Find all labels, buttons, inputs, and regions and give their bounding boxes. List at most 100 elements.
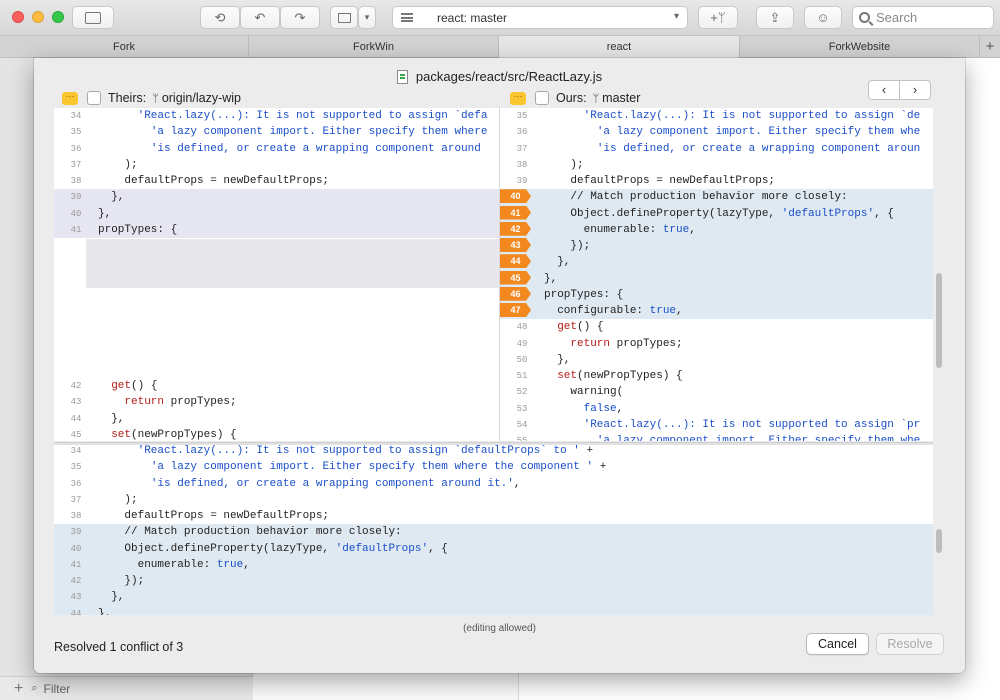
sidebar-filter[interactable]: + ⌕ Filter — [0, 676, 253, 700]
code-text: false, — [583, 402, 624, 415]
conflict-marker[interactable]: 47 — [500, 303, 531, 317]
line-number: 45 — [70, 429, 82, 440]
theirs-code-pane[interactable]: 34 'React.lazy(...): It is not supported… — [54, 108, 499, 441]
conflict-marker[interactable]: 41 — [500, 205, 531, 220]
code-text: set(newPropTypes) { — [111, 428, 237, 441]
conflict-marker[interactable]: 45 — [500, 270, 531, 285]
cancel-button[interactable]: Cancel — [806, 633, 869, 655]
code-line: 43 return propTypes; — [54, 394, 499, 410]
pull-icon: ↶ — [254, 9, 266, 25]
code-line: 44 }, — [500, 254, 933, 271]
branch-button[interactable]: +ᛘ — [698, 6, 738, 29]
repository-selector[interactable]: react: master ▾ — [392, 6, 688, 29]
share-icon: ⇪ — [769, 9, 781, 25]
repository-tabs: Fork ForkWin react ForkWebsite + — [0, 36, 1000, 58]
code-line: 43 }); — [500, 238, 933, 255]
code-line: 35 'a lazy component import. Either spec… — [54, 459, 933, 475]
code-line: 35 'React.lazy(...): It is not supported… — [500, 108, 933, 124]
fetch-button[interactable]: ⟲ — [200, 6, 240, 29]
code-line: 41 Object.defineProperty(lazyType, 'defa… — [500, 205, 933, 222]
tab-forkwebsite[interactable]: ForkWebsite — [740, 36, 980, 58]
result-code-pane[interactable]: 34 'React.lazy(...): It is not supported… — [54, 445, 933, 615]
stash-menu-button[interactable]: ▾ — [358, 6, 376, 29]
code-line: 39 }, — [54, 189, 499, 206]
code-text: defaultProps = newDefaultProps; — [98, 510, 330, 522]
ours-label: Ours: — [556, 91, 587, 105]
add-tab-button[interactable]: + — [980, 36, 1000, 57]
result-scrollbar[interactable] — [936, 529, 942, 553]
code-text: propTypes: { — [98, 223, 178, 236]
code-text: 'is defined, or create a wrapping compon… — [150, 142, 481, 155]
code-text: }); — [544, 240, 591, 252]
sidebar-toggle-button[interactable] — [72, 6, 114, 29]
code-text: defaultProps = newDefaultProps; — [98, 175, 330, 187]
search-placeholder: Search — [876, 10, 918, 25]
conflict-marker[interactable]: 43 — [500, 238, 531, 252]
minimize-window-button[interactable] — [32, 11, 44, 23]
code-line: 42 }); — [54, 573, 933, 590]
tab-react[interactable]: react — [499, 36, 740, 58]
code-line: 41 propTypes: { — [54, 221, 499, 238]
code-text: 'React.lazy(...): It is not supported to… — [137, 445, 594, 457]
code-line: 45 set(newPropTypes) { — [54, 427, 499, 441]
line-number: 44 — [70, 608, 82, 616]
code-line: 46 propTypes: { — [500, 286, 933, 303]
code-line: 45}, — [500, 270, 933, 287]
code-line: 52 warning( — [500, 384, 933, 400]
pull-button[interactable]: ↶ — [240, 6, 280, 29]
tab-forkwin[interactable]: ForkWin — [249, 36, 499, 58]
ours-branch: master — [602, 91, 641, 105]
close-window-button[interactable] — [12, 11, 24, 23]
code-text: }); — [98, 575, 145, 587]
tab-label: ForkWin — [353, 41, 394, 53]
search-icon — [859, 12, 870, 23]
zoom-window-button[interactable] — [52, 11, 64, 23]
more-dots-icon[interactable]: ··· — [62, 91, 78, 105]
menu-icon — [401, 13, 413, 22]
push-button[interactable]: ↷ — [280, 6, 320, 29]
ours-code-pane[interactable]: 35 'React.lazy(...): It is not supported… — [500, 108, 933, 441]
code-text: get() { — [557, 321, 604, 334]
code-text: get() { — [111, 380, 158, 392]
line-number: 44 — [70, 413, 82, 424]
code-line: 42 get() { — [54, 378, 499, 394]
code-text: }, — [544, 272, 558, 285]
line-number: 55 — [516, 436, 528, 441]
ours-checkbox[interactable] — [535, 91, 549, 105]
code-line: 50 }, — [500, 352, 933, 368]
line-number: 39 — [70, 527, 82, 538]
code-line: 38 defaultProps = newDefaultProps; — [54, 173, 499, 189]
code-line: 44}, — [54, 605, 933, 616]
resolve-button[interactable]: Resolve — [876, 633, 944, 655]
stash-button[interactable] — [330, 6, 358, 29]
file-title: packages/react/src/ReactLazy.js — [34, 69, 965, 84]
search-input[interactable]: Search — [852, 6, 994, 29]
conflict-marker[interactable]: 44 — [500, 254, 531, 269]
conflict-marker[interactable]: 40 — [500, 189, 531, 204]
code-line: 41 enumerable: true, — [54, 556, 933, 573]
code-text: ); — [544, 158, 584, 171]
filter-placeholder: Filter — [43, 681, 71, 696]
code-line: 39 defaultProps = newDefaultProps; — [500, 173, 933, 189]
code-text: }, — [98, 207, 112, 220]
sidebar-icon — [85, 11, 101, 24]
vertical-scrollbar[interactable] — [936, 273, 942, 368]
more-dots-icon[interactable]: ··· — [510, 91, 526, 105]
code-text: }, — [98, 591, 125, 604]
share-button[interactable]: ⇪ — [756, 6, 794, 29]
code-line: 38 ); — [500, 157, 933, 173]
theirs-checkbox[interactable] — [87, 91, 101, 105]
resolved-status: Resolved 1 conflict of 3 — [54, 640, 184, 654]
branch-icon: ᛘ — [152, 91, 159, 105]
next-conflict-button[interactable]: › — [900, 81, 930, 99]
tab-fork[interactable]: Fork — [0, 36, 249, 58]
conflict-marker[interactable]: 42 — [500, 221, 531, 236]
emoji-button[interactable]: ☺ — [804, 6, 842, 29]
previous-conflict-button[interactable]: ‹ — [869, 81, 900, 99]
code-line: 39 // Match production behavior more clo… — [54, 524, 933, 541]
code-line: 51 set(newPropTypes) { — [500, 368, 933, 384]
conflict-marker[interactable]: 46 — [500, 286, 531, 301]
code-line: 42 enumerable: true, — [500, 221, 933, 238]
code-text: warning( — [544, 386, 624, 399]
code-line: 55 'a lazy component import. Either spec… — [500, 433, 933, 441]
